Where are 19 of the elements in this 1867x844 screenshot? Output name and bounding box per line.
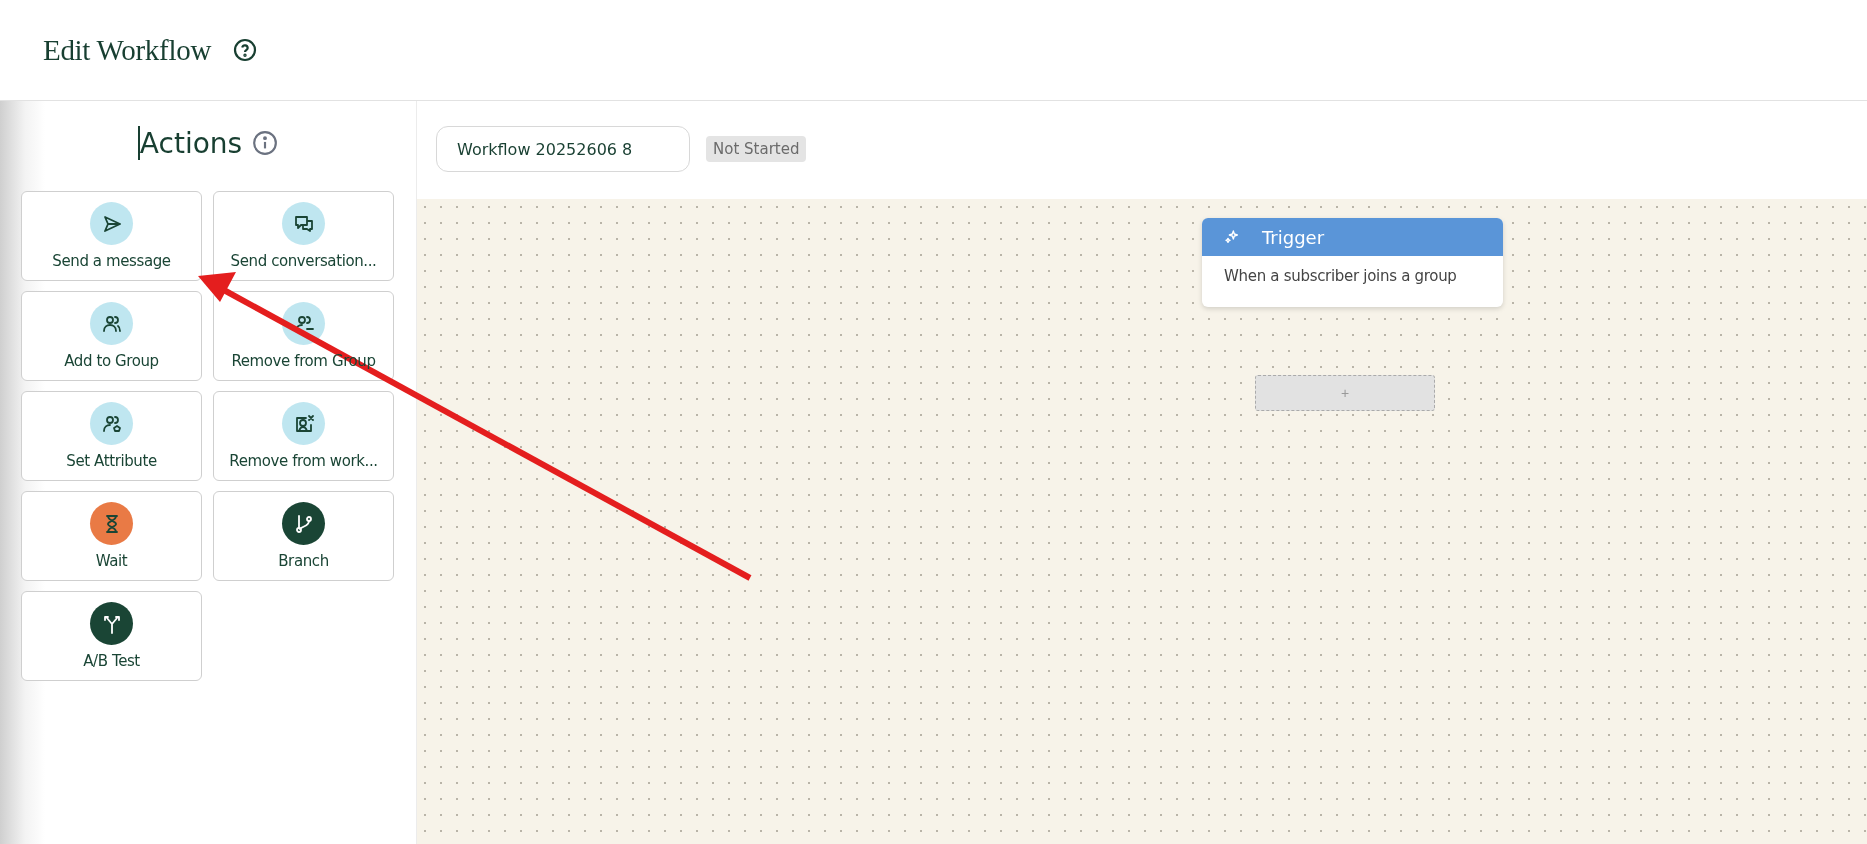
action-card[interactable]: Send conversation... bbox=[213, 191, 394, 281]
trigger-title: Trigger bbox=[1262, 226, 1325, 248]
action-card[interactable]: Add to Group bbox=[21, 291, 202, 381]
sparkle-icon bbox=[1224, 229, 1240, 245]
help-icon[interactable] bbox=[233, 38, 258, 62]
action-card[interactable]: Branch bbox=[213, 491, 394, 581]
action-card[interactable]: Wait bbox=[21, 491, 202, 581]
text-cursor bbox=[137, 126, 140, 160]
workflow-name-field[interactable]: Workflow 20252606 8 bbox=[436, 126, 690, 172]
action-card[interactable]: A/B Test bbox=[21, 591, 202, 681]
panel-title: Actions bbox=[139, 126, 243, 160]
action-card[interactable]: Set Attribute bbox=[21, 391, 202, 481]
page-title: Edit Workflow bbox=[43, 33, 212, 67]
action-card[interactable]: Remove from work... bbox=[213, 391, 394, 481]
trigger-description: When a subscriber joins a group bbox=[1223, 266, 1458, 287]
status-badge: Not Started bbox=[706, 136, 807, 162]
info-icon[interactable] bbox=[252, 130, 279, 156]
trigger-node[interactable]: Trigger When a subscriber joins a group bbox=[1202, 218, 1503, 307]
action-card[interactable]: Send a message bbox=[21, 191, 202, 281]
